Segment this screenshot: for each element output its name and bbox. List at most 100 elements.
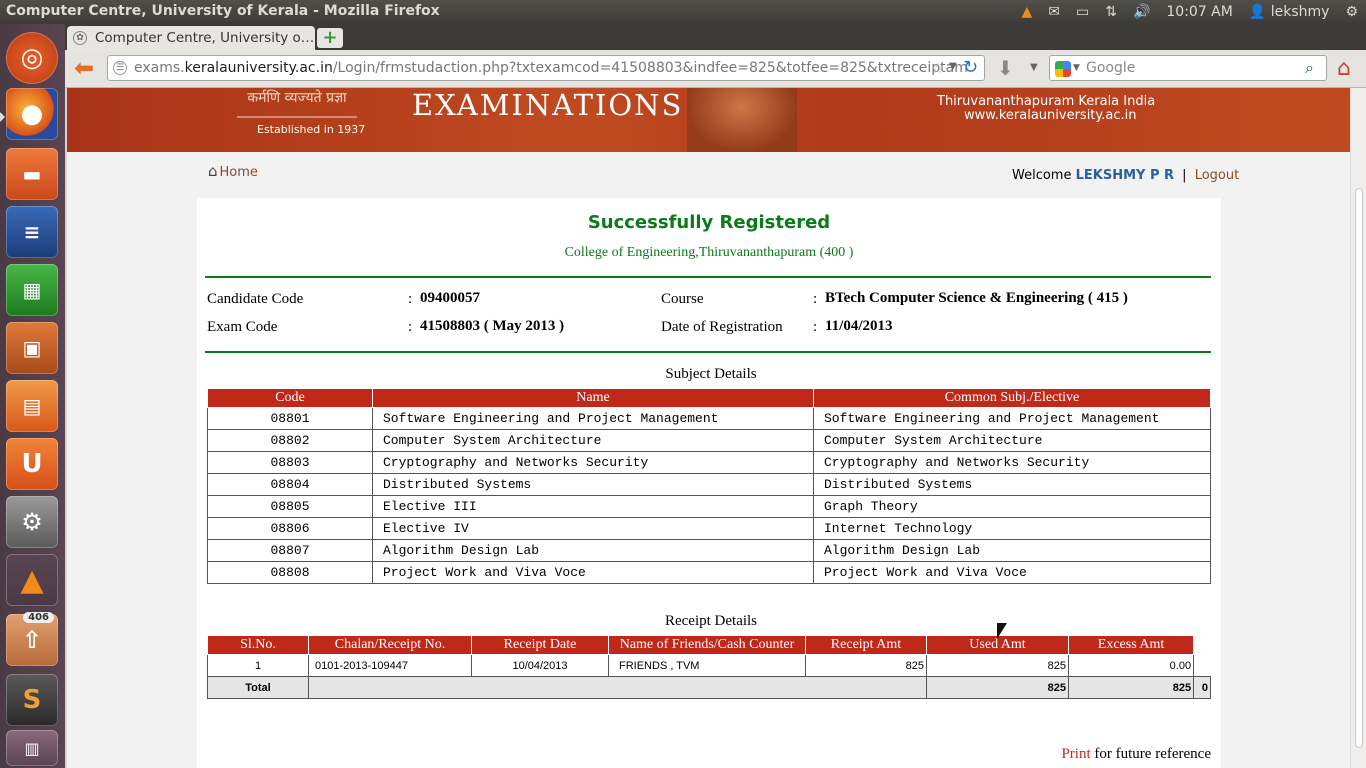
download-dropdown-icon[interactable]: ▼: [1030, 62, 1038, 73]
url-history-dropdown-icon[interactable]: ▼: [949, 61, 957, 72]
files-icon[interactable]: ▬: [6, 148, 58, 200]
subject-details-title: Subject Details: [665, 366, 757, 382]
window-title: Computer Centre, University of Kerala - …: [6, 3, 440, 19]
subject-elective: Graph Theory: [813, 495, 1211, 518]
candidate-code-colon: :: [408, 291, 413, 307]
receipt-slno: 1: [207, 654, 309, 677]
registration-date-colon: :: [813, 319, 818, 335]
search-engine-dropdown-icon[interactable]: ▼: [1073, 63, 1080, 73]
update-manager-icon[interactable]: ⇧ 406: [6, 612, 58, 666]
receipt-total-label: Total: [207, 676, 309, 699]
top-panel: Computer Centre, University of Kerala - …: [0, 0, 1366, 24]
subject-code: 08807: [207, 539, 373, 562]
subject-name: Software Engineering and Project Managem…: [372, 407, 814, 430]
favicon-icon: ✿: [73, 31, 87, 45]
college-name: College of Engineering,Thiruvananthapura…: [564, 245, 854, 260]
subject-code: 08803: [207, 451, 373, 474]
candidate-code-label: Candidate Code: [207, 291, 304, 307]
registration-panel: Successfully Registered College of Engin…: [197, 198, 1221, 768]
receipt-date: 10/04/2013: [471, 654, 609, 677]
receipt-header-receipt-no: Chalan/Receipt No.: [308, 635, 472, 655]
subject-code: 08804: [207, 473, 373, 496]
receipt-total-used: 825: [1067, 676, 1195, 699]
page-scrollbar[interactable]: [1350, 88, 1366, 768]
subject-elective: Distributed Systems: [813, 473, 1211, 496]
download-icon[interactable]: ⬇: [997, 56, 1014, 80]
vlc-tray-icon[interactable]: ▲: [1013, 0, 1040, 24]
home-house-icon: ⌂: [208, 162, 218, 180]
sublime-text-icon[interactable]: S: [6, 674, 58, 726]
vlc-icon[interactable]: ▲: [6, 554, 58, 606]
workspaces-icon[interactable]: ▥: [6, 730, 58, 766]
system-settings-icon[interactable]: ⚙: [6, 496, 58, 548]
url-bar[interactable]: exams.keralauniversity.ac.in/Login/frmst…: [107, 55, 985, 81]
tab-title: Computer Centre, University o…: [95, 30, 315, 46]
search-input[interactable]: Google: [1049, 55, 1327, 81]
receipt-row: 1 0101-2013-109447 10/04/2013 FRIENDS , …: [207, 654, 1211, 677]
back-arrow-icon[interactable]: ⬅: [71, 56, 97, 81]
search-magnifier-icon[interactable]: ⌕: [1305, 58, 1314, 78]
tab-active[interactable]: ✿ Computer Centre, University o…: [67, 26, 315, 50]
subject-row: 08802 Computer System Architecture Compute…: [207, 429, 1211, 452]
mail-icon[interactable]: ✉: [1040, 0, 1068, 24]
subject-name: Algorithm Design Lab: [372, 539, 814, 562]
bookmark-star-icon[interactable]: ☆: [931, 59, 944, 77]
registration-date-value: 11/04/2013: [825, 318, 893, 334]
banner-place: Thiruvananthapuram Kerala India: [937, 94, 1156, 109]
session-gear-icon[interactable]: ⚙: [1337, 0, 1366, 24]
receipt-number: 0101-2013-109447: [308, 654, 472, 677]
user-menu[interactable]: 👤 lekshmy: [1241, 0, 1338, 24]
exam-code-label: Exam Code: [207, 319, 278, 335]
logout-link[interactable]: Logout: [1195, 168, 1240, 183]
receipt-total-spacer: [308, 676, 927, 699]
receipt-header-slno: Sl.No.: [207, 635, 309, 655]
software-center-icon[interactable]: ▤: [6, 380, 58, 432]
ubuntu-dash-icon[interactable]: ◎: [6, 32, 58, 84]
network-icon[interactable]: ⇅: [1097, 0, 1125, 24]
subject-name: Computer System Architecture: [372, 429, 814, 452]
battery-icon[interactable]: ▭: [1068, 0, 1097, 24]
firefox-icon[interactable]: ●: [6, 88, 58, 140]
print-link[interactable]: Print: [1061, 746, 1090, 762]
receipt-counter: FRIENDS , TVM: [608, 654, 806, 677]
receipt-details-title: Receipt Details: [664, 613, 758, 629]
exam-code-colon: :: [408, 319, 413, 335]
subject-rows: 08801 Software Engineering and Project Ma…: [207, 407, 1211, 584]
subject-details-table: Code Name Common Subj./Elective 08801 Sof…: [207, 388, 1211, 584]
ubuntu-one-icon[interactable]: U: [6, 438, 58, 490]
print-suffix: for future reference: [1090, 746, 1211, 762]
subject-code: 08802: [207, 429, 373, 452]
site-identity-icon[interactable]: ☰: [113, 61, 127, 75]
firefox-window: ✿ Computer Centre, University o… + ⬅ exa…: [65, 24, 1366, 768]
home-link[interactable]: ⌂ Home: [208, 162, 258, 180]
welcome-bar: Welcome LEKSHMY P R | Logout: [1012, 168, 1239, 183]
home-link-label: Home: [219, 165, 258, 180]
writer-icon[interactable]: ≡: [6, 206, 58, 258]
page-viewport: कर्मणि व्यज्यते प्रज्ञा Established in 1…: [67, 88, 1350, 768]
subject-row: 08803 Cryptography and Networks Security C…: [207, 451, 1211, 474]
subject-name: Distributed Systems: [372, 473, 814, 496]
subject-elective: Project Work and Viva Voce: [813, 561, 1211, 584]
subject-row: 08805 Elective III Graph Theory: [207, 495, 1211, 518]
subject-name: Elective III: [372, 495, 814, 518]
reload-icon[interactable]: ↻: [963, 57, 978, 78]
subject-code: 08805: [207, 495, 373, 518]
url-path: /Login/frmstudaction.php?txtexamcod=4150…: [332, 60, 968, 76]
subject-elective: Software Engineering and Project Managem…: [813, 407, 1211, 430]
new-tab-button[interactable]: +: [317, 28, 343, 48]
tab-strip: ✿ Computer Centre, University o… +: [65, 24, 1366, 50]
clock[interactable]: 10:07 AM: [1158, 0, 1240, 24]
volume-icon[interactable]: 🔊: [1125, 0, 1158, 24]
receipt-total-receipt: 825: [926, 676, 1069, 699]
scrollbar-thumb[interactable]: [1355, 188, 1363, 748]
mouse-cursor-icon: [997, 623, 1007, 639]
course-colon: :: [813, 291, 818, 307]
calc-icon[interactable]: ▦: [6, 264, 58, 316]
user-name-label: LEKSHMY P R: [1075, 168, 1175, 183]
registration-status: Successfully Registered: [587, 212, 831, 233]
google-search-engine-icon[interactable]: [1055, 61, 1071, 77]
home-icon[interactable]: ⌂: [1337, 56, 1351, 81]
url-domain: keralauniversity.ac.in: [184, 60, 333, 76]
welcome-separator: |: [1182, 168, 1187, 183]
impress-icon[interactable]: ▣: [6, 322, 58, 374]
